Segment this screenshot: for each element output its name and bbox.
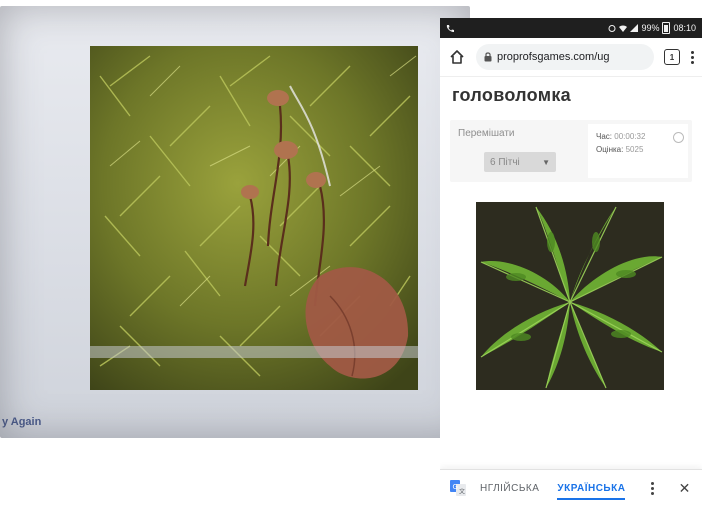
score-value: 5025 [625, 145, 644, 154]
battery-percent: 99% [641, 23, 660, 33]
browser-menu-icon[interactable] [690, 50, 694, 64]
phone-call-icon [446, 25, 454, 32]
time-stat: Час: 00:00:32 [596, 130, 680, 143]
home-icon[interactable] [448, 48, 466, 66]
google-translate-icon[interactable]: G 文 [450, 480, 466, 496]
browser-toolbar: proprofsgames.com/ug 1 [440, 38, 702, 77]
piece-count-select[interactable]: 6 Пітчі ▼ [484, 152, 556, 172]
fern-illustration [476, 202, 664, 390]
time-label: Час: [596, 132, 613, 141]
target-language-tab[interactable]: УКРАЇНСЬКА [557, 477, 626, 500]
moss-puzzle-image[interactable] [90, 46, 418, 390]
phone-screenshot: 99% 08:10 proprofsgames.com/ug 1 головол… [440, 18, 702, 506]
screenshot-stage: y Again 99% 08:10 proprofsgames.com/ug 1… [0, 0, 702, 506]
signal-icon [630, 24, 639, 32]
score-label: Оцінка: [596, 145, 624, 154]
source-language-tab[interactable]: НГЛІЙСЬКА [480, 483, 539, 494]
page-title: головоломка [452, 85, 571, 105]
translate-bar: G 文 НГЛІЙСЬКА УКРАЇНСЬКА ✕ [440, 469, 702, 506]
shuffle-control: Перемішати 6 Пітчі ▼ [450, 120, 588, 182]
shuffle-label: Перемішати [458, 128, 515, 139]
fern-puzzle-image[interactable] [476, 202, 664, 390]
close-icon[interactable]: ✕ [677, 480, 691, 497]
tab-count-button[interactable]: 1 [664, 49, 680, 65]
more-vert-icon[interactable] [649, 481, 655, 495]
score-stat: Оцінка: 5025 [596, 143, 680, 156]
piece-count-value: 6 Пітчі [490, 156, 520, 168]
wifi-icon [619, 25, 628, 32]
status-right: 99% 08:10 [608, 22, 696, 34]
battery-icon [662, 22, 671, 34]
svg-text:G: G [453, 483, 458, 491]
desktop-screenshot: y Again [0, 6, 470, 438]
svg-text:文: 文 [459, 488, 465, 496]
status-left [446, 24, 454, 32]
address-bar[interactable]: proprofsgames.com/ug [476, 44, 654, 70]
lock-icon [484, 52, 492, 62]
game-stats: Час: 00:00:32 Оцінка: 5025 [588, 124, 688, 178]
puzzle-board [450, 192, 692, 428]
status-time: 08:10 [673, 23, 696, 33]
url-text: proprofsgames.com/ug [497, 51, 610, 63]
info-icon[interactable] [673, 132, 684, 143]
chevron-down-icon: ▼ [542, 157, 550, 167]
time-value: 00:00:32 [614, 132, 646, 141]
game-control-panel: Перемішати 6 Пітчі ▼ Час: 00:00:32 Оцінк… [450, 120, 692, 182]
alarm-icon [608, 25, 616, 32]
status-bar: 99% 08:10 [440, 18, 702, 38]
moss-illustration [90, 46, 418, 390]
try-again-link[interactable]: y Again [2, 416, 41, 428]
